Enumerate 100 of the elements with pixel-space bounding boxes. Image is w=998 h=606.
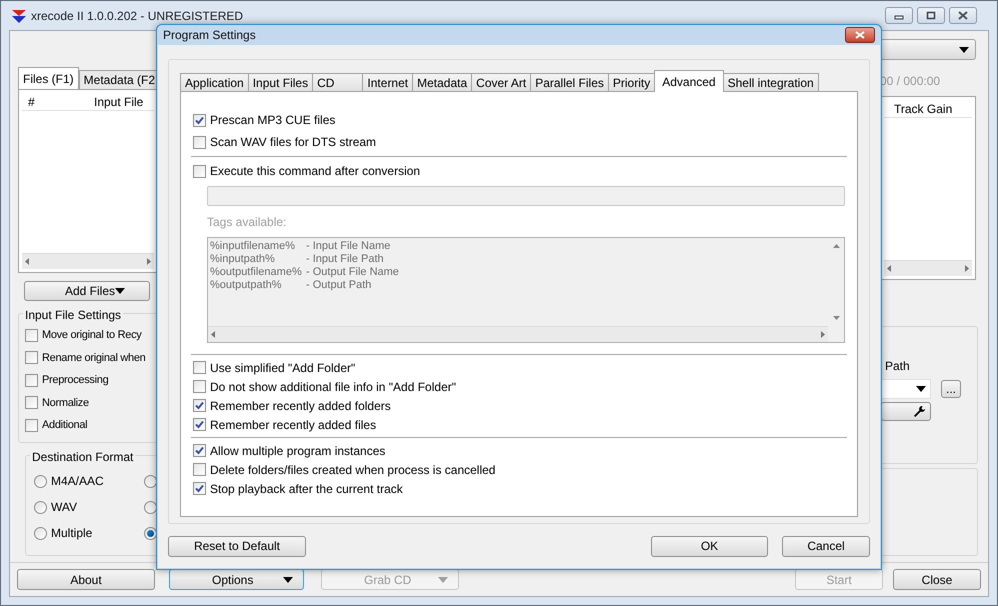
add-files-button[interactable]: Add Files bbox=[24, 281, 150, 301]
radio-label: WAV bbox=[51, 499, 77, 516]
scroll-up-icon[interactable] bbox=[832, 244, 840, 248]
caret-icon bbox=[438, 576, 448, 582]
checkbox[interactable] bbox=[193, 361, 206, 374]
column-header[interactable]: Track Gain bbox=[894, 100, 952, 118]
caret-icon bbox=[959, 46, 969, 52]
checkbox[interactable] bbox=[193, 164, 206, 178]
scroll-right-icon[interactable] bbox=[147, 258, 151, 265]
tag-description: - Input File Path bbox=[306, 253, 384, 266]
caret-icon bbox=[115, 288, 126, 294]
checkbox-label: Use simplified "Add Folder" bbox=[210, 360, 356, 376]
scroll-right-icon[interactable] bbox=[965, 265, 969, 272]
checkbox-label: Remember recently added files bbox=[210, 416, 376, 434]
checkbox[interactable] bbox=[193, 114, 206, 126]
caret-icon bbox=[916, 386, 926, 392]
radio-button[interactable] bbox=[144, 526, 157, 540]
checkbox[interactable] bbox=[193, 136, 206, 148]
checkbox[interactable] bbox=[25, 396, 38, 410]
tab[interactable]: Advanced bbox=[654, 70, 724, 92]
radio-label: Multiple bbox=[51, 525, 92, 542]
column-header[interactable]: # bbox=[22, 92, 94, 110]
close-button[interactable] bbox=[949, 7, 977, 24]
browse-button[interactable]: ... bbox=[941, 380, 961, 398]
tag-description: - Output File Name bbox=[306, 266, 399, 279]
bottom-button[interactable]: About bbox=[17, 569, 155, 590]
tag-description: - Output Path bbox=[306, 279, 372, 292]
checkbox-label: Preprocessing bbox=[42, 373, 108, 388]
horizontal-scrollbar[interactable] bbox=[22, 253, 154, 269]
tab[interactable]: CD bbox=[312, 73, 364, 92]
checkbox[interactable] bbox=[193, 482, 206, 495]
scroll-right-icon[interactable] bbox=[821, 331, 825, 338]
horizontal-scrollbar[interactable] bbox=[884, 260, 972, 276]
radio-button[interactable] bbox=[34, 526, 47, 540]
wrench-icon bbox=[913, 405, 926, 418]
maximize-icon bbox=[926, 11, 936, 20]
close-button[interactable] bbox=[845, 27, 875, 43]
horizontal-scrollbar[interactable] bbox=[208, 326, 828, 342]
bottom-button[interactable]: Options bbox=[169, 569, 304, 590]
checkbox[interactable] bbox=[193, 380, 206, 393]
checkbox[interactable] bbox=[193, 418, 206, 431]
checkbox-label: Delete folders/files created when process is cancelled bbox=[210, 462, 496, 478]
tag-name: %outputfilename% bbox=[210, 266, 303, 279]
scroll-left-icon[interactable] bbox=[211, 331, 215, 338]
tag-description: - Input File Name bbox=[306, 240, 390, 253]
tab[interactable]: Shell integration bbox=[722, 73, 819, 92]
tab[interactable]: Priority bbox=[608, 73, 656, 92]
reset-button[interactable]: Reset to Default bbox=[168, 536, 306, 556]
checkbox[interactable] bbox=[193, 444, 206, 457]
tab[interactable]: Internet bbox=[362, 73, 414, 92]
tab[interactable]: Files (F1) bbox=[18, 67, 79, 89]
checkbox-label: Do not show additional file info in "Add Folder" bbox=[210, 378, 456, 396]
window-title: xrecode II 1.0.0.202 - UNREGISTERED bbox=[31, 8, 244, 24]
tab[interactable]: Parallel Files bbox=[530, 73, 609, 92]
bottom-button[interactable]: Close bbox=[893, 569, 981, 590]
path-label: Path bbox=[885, 358, 911, 375]
tags-label: Tags available: bbox=[207, 214, 288, 231]
radio-button[interactable] bbox=[34, 500, 47, 514]
checkbox[interactable] bbox=[25, 374, 38, 387]
tag-name: %outputpath% bbox=[210, 279, 283, 292]
checkbox[interactable] bbox=[25, 351, 38, 364]
tab[interactable]: Metadata bbox=[412, 73, 472, 92]
path-dropdown[interactable] bbox=[881, 379, 931, 399]
tab[interactable]: Cover Art bbox=[471, 73, 532, 92]
tag-name: %inputfilename% bbox=[210, 240, 296, 253]
checkbox[interactable] bbox=[25, 418, 38, 432]
maximize-button[interactable] bbox=[917, 7, 945, 24]
checkbox[interactable] bbox=[193, 463, 206, 476]
dropdown[interactable] bbox=[880, 39, 976, 60]
checkbox[interactable] bbox=[25, 328, 38, 342]
radio-button[interactable] bbox=[144, 474, 157, 488]
tab[interactable]: Application bbox=[180, 73, 249, 92]
minimize-button[interactable] bbox=[885, 7, 913, 24]
ok-button[interactable]: OK bbox=[651, 536, 768, 556]
scroll-left-icon[interactable] bbox=[887, 265, 891, 272]
caret-icon bbox=[283, 576, 293, 582]
checkbox-label: Additional bbox=[42, 418, 88, 433]
tab[interactable]: Input Files bbox=[248, 73, 314, 92]
settings-button[interactable] bbox=[881, 402, 931, 421]
tag-name: %inputpath% bbox=[210, 253, 276, 266]
radio-button[interactable] bbox=[34, 474, 47, 488]
command-field[interactable] bbox=[207, 186, 845, 206]
checkbox[interactable] bbox=[193, 399, 206, 412]
checkbox-label: Stop playback after the current track bbox=[210, 480, 403, 498]
checkbox-label: Remember recently added folders bbox=[210, 398, 391, 414]
checkbox-label: Allow multiple program instances bbox=[210, 442, 386, 460]
checkbox-label: Scan WAV files for DTS stream bbox=[210, 134, 376, 151]
column-header[interactable]: Input File bbox=[94, 92, 144, 110]
close-icon bbox=[958, 11, 968, 20]
checkbox-label: Move original to Recy bbox=[42, 328, 142, 343]
checkbox-label: Execute this command after conversion bbox=[210, 163, 420, 180]
radio-button[interactable] bbox=[144, 500, 157, 514]
checkbox-label: Normalize bbox=[42, 396, 89, 410]
close-icon bbox=[855, 31, 865, 39]
dialog-title: Program Settings bbox=[163, 27, 256, 44]
scroll-left-icon[interactable] bbox=[25, 258, 29, 265]
app-logo-icon bbox=[11, 8, 27, 24]
cancel-button[interactable]: Cancel bbox=[782, 536, 870, 556]
radio-label: M4A/AAC bbox=[51, 473, 104, 490]
scroll-down-icon[interactable] bbox=[832, 316, 840, 320]
